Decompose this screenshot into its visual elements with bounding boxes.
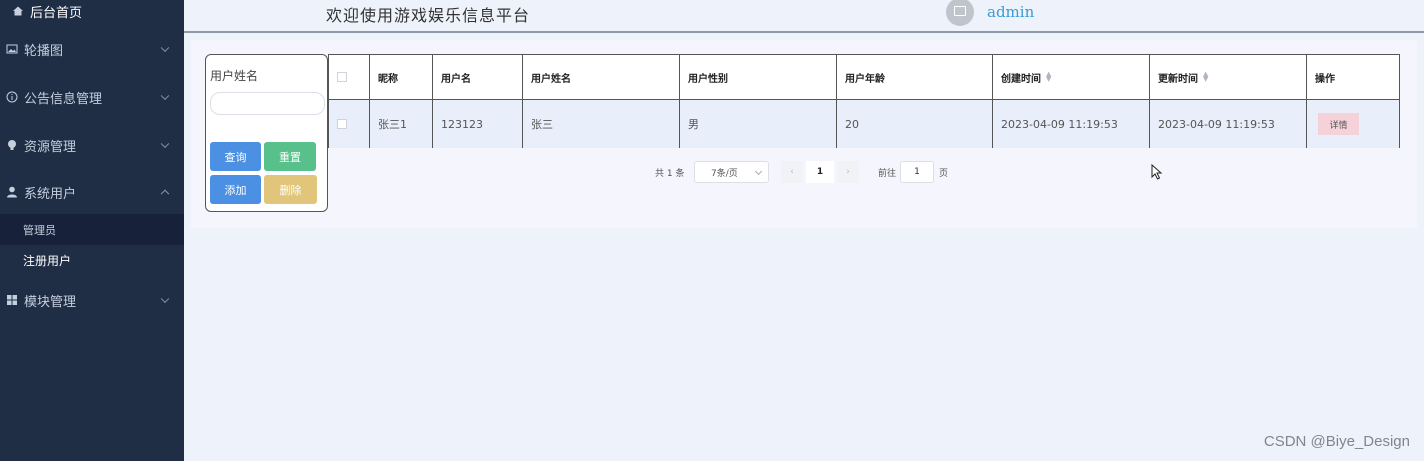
sidebar-item-label: 系统用户 [24, 186, 77, 202]
cell-updated: 2023-04-09 11:19:53 [1150, 100, 1307, 148]
select-all-checkbox[interactable] [337, 72, 347, 82]
column-header: 昵称 [370, 55, 433, 99]
sidebar-subitem-label: 注册用户 [23, 254, 72, 268]
page-jump-input[interactable]: 1 [900, 161, 934, 183]
chevron-up-icon [160, 189, 170, 199]
column-header-label: 更新时间 [1158, 73, 1198, 85]
table-row: 张三1 123123 张三 男 20 2023-04-09 11:19:53 2… [329, 100, 1399, 148]
username-label[interactable]: admin [987, 3, 1034, 21]
page-title: 欢迎使用游戏娱乐信息平台 [326, 6, 531, 25]
cell-gender: 男 [680, 100, 837, 148]
image-icon [954, 6, 966, 16]
sidebar: 后台首页 轮播图 公告信息管理 资源管理 系统用户 管理员 注册用户 模块管理 [0, 0, 184, 461]
next-page-button[interactable]: › [837, 161, 859, 183]
chevron-down-icon [160, 139, 170, 149]
chevron-right-icon: › [846, 167, 850, 177]
home-icon [12, 5, 24, 17]
sidebar-item-label: 模块管理 [24, 294, 77, 310]
column-header-sortable[interactable]: 更新时间 ▲ ▼ [1150, 55, 1307, 99]
detail-button[interactable]: 详情 [1318, 113, 1359, 135]
sidebar-item-label: 公告信息管理 [24, 91, 103, 107]
column-header: 用户年龄 [837, 55, 993, 99]
reset-button[interactable]: 重置 [264, 142, 316, 171]
sort-icon[interactable]: ▲ ▼ [1203, 71, 1208, 83]
data-table: 昵称 用户名 用户姓名 用户性别 用户年龄 创建时间 ▲ ▼ 更新时间 ▲ ▼ 操作… [328, 54, 1400, 148]
column-header: 用户姓名 [523, 55, 680, 99]
sidebar-item-system-user[interactable]: 系统用户 [0, 168, 184, 216]
sidebar-subitem-registered-user[interactable]: 注册用户 [0, 245, 184, 276]
chevron-down-icon [160, 294, 170, 304]
page-size-value: 7条/页 [711, 168, 738, 179]
cell-action: 详情 [1307, 100, 1401, 148]
sidebar-item-home[interactable]: 后台首页 [0, 0, 184, 22]
column-header: 用户名 [433, 55, 523, 99]
goto-label: 前往 [878, 168, 897, 179]
cell-nickname: 张三1 [370, 100, 433, 148]
sidebar-item-notice[interactable]: 公告信息管理 [0, 73, 184, 121]
image-icon [6, 43, 18, 55]
sidebar-item-module[interactable]: 模块管理 [0, 276, 184, 324]
prev-page-button[interactable]: ‹ [781, 161, 803, 183]
search-input[interactable] [210, 92, 325, 115]
avatar[interactable] [946, 0, 974, 26]
sidebar-item-label: 轮播图 [24, 43, 64, 59]
cell-created: 2023-04-09 11:19:53 [993, 100, 1150, 148]
sidebar-item-label: 后台首页 [30, 5, 83, 21]
row-checkbox-cell [329, 100, 370, 148]
bulb-icon [6, 139, 18, 151]
cell-username: 123123 [433, 100, 523, 148]
column-header: 用户性别 [680, 55, 837, 99]
sidebar-item-label: 资源管理 [24, 139, 77, 155]
sidebar-item-carousel[interactable]: 轮播图 [0, 25, 184, 73]
info-icon [6, 91, 18, 103]
delete-button[interactable]: 删除 [264, 175, 317, 204]
sidebar-subitem-admin[interactable]: 管理员 [0, 214, 184, 245]
column-header-sortable[interactable]: 创建时间 ▲ ▼ [993, 55, 1150, 99]
header-checkbox-cell [329, 55, 370, 99]
query-button[interactable]: 查询 [210, 142, 261, 171]
add-button[interactable]: 添加 [210, 175, 261, 204]
search-label: 用户姓名 [210, 69, 259, 83]
chevron-down-icon [754, 167, 763, 176]
page-unit-label: 页 [939, 168, 949, 179]
row-checkbox[interactable] [337, 119, 347, 129]
grid-icon [6, 294, 18, 306]
chevron-down-icon [160, 91, 170, 101]
user-icon [6, 186, 18, 198]
cell-realname: 张三 [523, 100, 680, 148]
column-header-label: 创建时间 [1001, 73, 1041, 85]
mouse-cursor-icon [1151, 164, 1163, 180]
cell-age: 20 [837, 100, 993, 148]
search-panel: 用户姓名 查询 重置 添加 删除 [205, 54, 328, 212]
chevron-left-icon: ‹ [790, 167, 794, 177]
sort-icon[interactable]: ▲ ▼ [1046, 71, 1051, 83]
page-number-button[interactable]: 1 [806, 161, 834, 183]
column-header: 操作 [1315, 73, 1335, 85]
top-header: 欢迎使用游戏娱乐信息平台 admin [184, 0, 1424, 33]
chevron-down-icon [160, 43, 170, 53]
pagination-total: 共 1 条 [655, 168, 685, 179]
page-size-select[interactable]: 7条/页 [694, 161, 769, 183]
watermark: CSDN @Biye_Design [1263, 433, 1410, 450]
table-header: 昵称 用户名 用户姓名 用户性别 用户年龄 创建时间 ▲ ▼ 更新时间 ▲ ▼ 操作 [329, 55, 1399, 100]
sidebar-subitem-label: 管理员 [23, 223, 56, 237]
sidebar-item-resource[interactable]: 资源管理 [0, 121, 184, 169]
